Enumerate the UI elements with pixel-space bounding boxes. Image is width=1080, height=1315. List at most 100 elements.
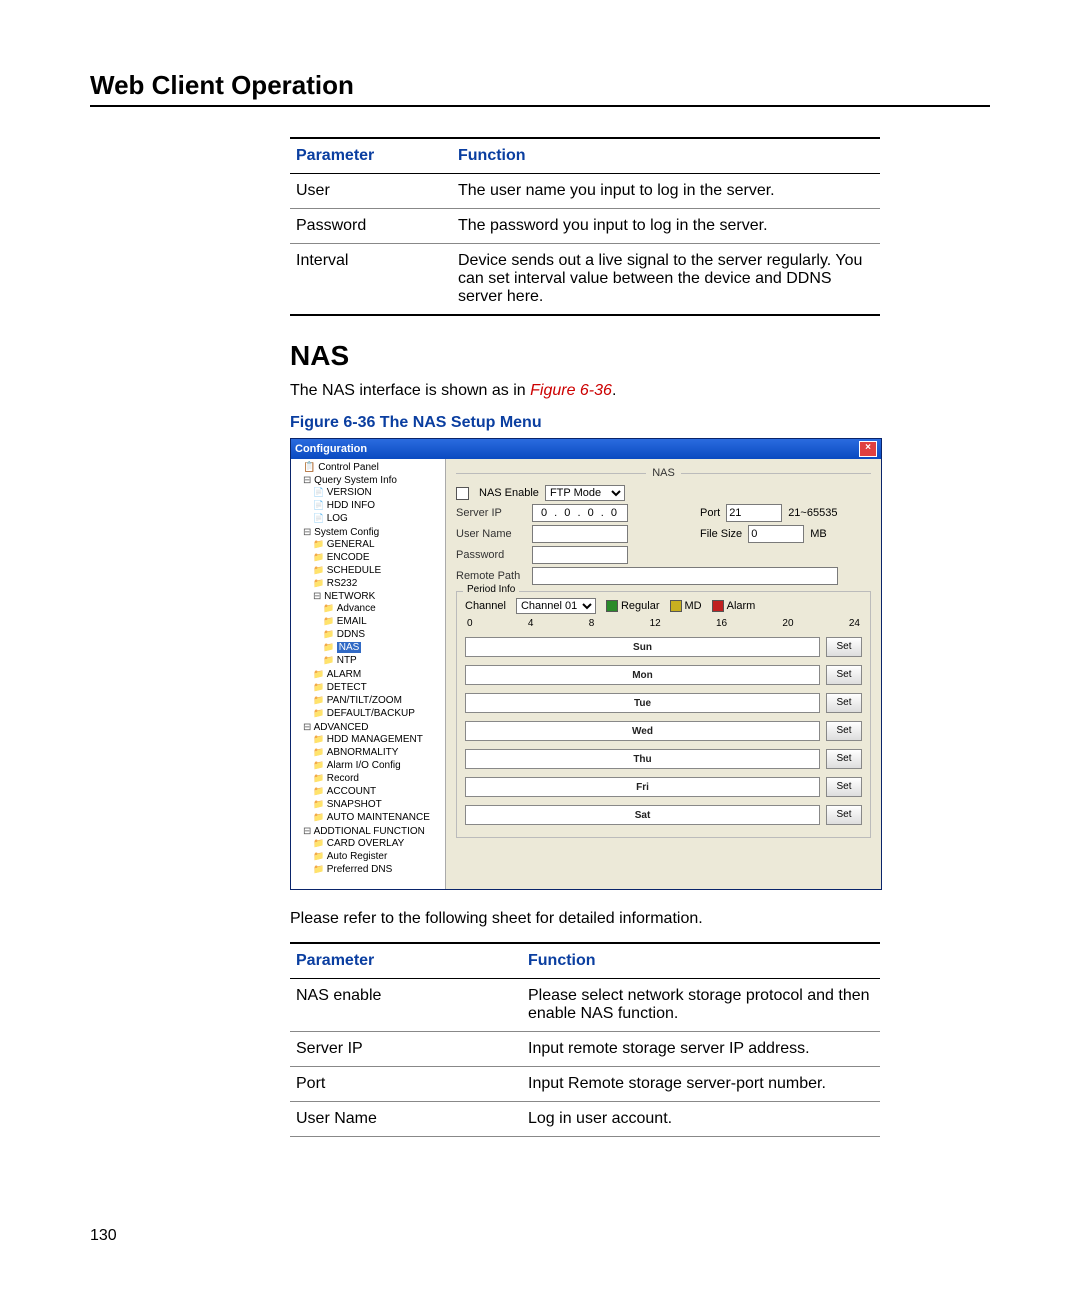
- panel-header: NAS: [652, 467, 675, 479]
- tree-abnormality[interactable]: ABNORMALITY: [313, 746, 443, 759]
- tree-general[interactable]: GENERAL: [313, 538, 443, 551]
- col-parameter: Parameter: [290, 943, 522, 979]
- timebar-thu[interactable]: Thu: [465, 749, 820, 769]
- tree-nas[interactable]: NAS: [323, 641, 443, 654]
- regular-checkbox[interactable]: [606, 600, 618, 612]
- remote-path-input[interactable]: [532, 567, 838, 585]
- timebar-sat[interactable]: Sat: [465, 805, 820, 825]
- timebar-mon[interactable]: Mon: [465, 665, 820, 685]
- password-input[interactable]: [532, 546, 628, 564]
- tree-panel[interactable]: Control Panel Query System Info VERSION …: [291, 459, 446, 889]
- parameter-table-2: Parameter Function NAS enablePlease sele…: [290, 942, 880, 1137]
- table-row: User NameLog in user account.: [290, 1102, 880, 1137]
- tree-query-system-info[interactable]: Query System Info VERSION HDD INFO LOG: [303, 474, 443, 526]
- tree-additional-function[interactable]: ADDTIONAL FUNCTION CARD OVERLAY Auto Reg…: [303, 825, 443, 877]
- tree-auto-register[interactable]: Auto Register: [313, 850, 443, 863]
- day-row-sat: Sat Set: [465, 805, 862, 825]
- timebar-fri[interactable]: Fri: [465, 777, 820, 797]
- tree-encode[interactable]: ENCODE: [313, 551, 443, 564]
- chapter-title: Web Client Operation: [90, 70, 990, 107]
- day-row-fri: Fri Set: [465, 777, 862, 797]
- server-ip-input[interactable]: [532, 504, 628, 522]
- tree-alarm-io[interactable]: Alarm I/O Config: [313, 759, 443, 772]
- channel-select[interactable]: Channel 01: [516, 598, 596, 614]
- port-input[interactable]: [726, 504, 782, 522]
- tree-email[interactable]: EMAIL: [323, 615, 443, 628]
- titlebar: Configuration ×: [291, 439, 881, 459]
- day-row-sun: Sun Set: [465, 637, 862, 657]
- close-icon[interactable]: ×: [859, 441, 877, 457]
- tree-record[interactable]: Record: [313, 772, 443, 785]
- tree-account[interactable]: ACCOUNT: [313, 785, 443, 798]
- day-row-thu: Thu Set: [465, 749, 862, 769]
- tree-log[interactable]: LOG: [313, 512, 443, 525]
- tree-network[interactable]: NETWORK Advance EMAIL DDNS NAS NTP: [313, 590, 443, 668]
- tree-ddns[interactable]: DDNS: [323, 628, 443, 641]
- tree-card-overlay[interactable]: CARD OVERLAY: [313, 837, 443, 850]
- set-button-sat[interactable]: Set: [826, 805, 862, 825]
- tree-detect[interactable]: DETECT: [313, 681, 443, 694]
- timebar-sun[interactable]: Sun: [465, 637, 820, 657]
- form-panel: NAS NAS Enable FTP Mode Server IP Port 2…: [446, 459, 881, 889]
- window-title: Configuration: [295, 443, 367, 455]
- day-row-tue: Tue Set: [465, 693, 862, 713]
- tree-hdd-mgmt[interactable]: HDD MANAGEMENT: [313, 733, 443, 746]
- time-ticks: 04812162024: [467, 618, 860, 629]
- day-row-wed: Wed Set: [465, 721, 862, 741]
- port-label: Port: [700, 507, 720, 519]
- table-row: NAS enablePlease select network storage …: [290, 979, 880, 1032]
- after-figure-text: Please refer to the following sheet for …: [290, 910, 990, 928]
- nas-enable-checkbox[interactable]: [456, 487, 469, 500]
- figure-reference: Figure 6-36: [530, 382, 612, 399]
- tree-control-panel[interactable]: Control Panel: [303, 461, 443, 474]
- tree-snapshot[interactable]: SNAPSHOT: [313, 798, 443, 811]
- set-button-sun[interactable]: Set: [826, 637, 862, 657]
- set-button-wed[interactable]: Set: [826, 721, 862, 741]
- tree-default-backup[interactable]: DEFAULT/BACKUP: [313, 707, 443, 720]
- set-button-thu[interactable]: Set: [826, 749, 862, 769]
- port-hint: 21~65535: [788, 507, 837, 519]
- tree-version[interactable]: VERSION: [313, 486, 443, 499]
- server-ip-label: Server IP: [456, 507, 526, 519]
- table-row: Server IPInput remote storage server IP …: [290, 1032, 880, 1067]
- nas-enable-label: NAS Enable: [479, 487, 539, 499]
- day-row-mon: Mon Set: [465, 665, 862, 685]
- tree-auto-maint[interactable]: AUTO MAINTENANCE: [313, 811, 443, 824]
- filesize-unit: MB: [810, 528, 827, 540]
- set-button-mon[interactable]: Set: [826, 665, 862, 685]
- channel-label: Channel: [465, 600, 506, 612]
- tree-schedule[interactable]: SCHEDULE: [313, 564, 443, 577]
- password-label: Password: [456, 549, 526, 561]
- timebar-wed[interactable]: Wed: [465, 721, 820, 741]
- timebar-tue[interactable]: Tue: [465, 693, 820, 713]
- col-parameter: Parameter: [290, 138, 452, 174]
- period-legend: Period Info: [463, 584, 519, 595]
- tree-ptz[interactable]: PAN/TILT/ZOOM: [313, 694, 443, 707]
- page-number: 130: [90, 1227, 990, 1245]
- mode-select[interactable]: FTP Mode: [545, 485, 625, 501]
- tree-advance[interactable]: Advance: [323, 602, 443, 615]
- table-row: Password The password you input to log i…: [290, 209, 880, 244]
- alarm-checkbox[interactable]: [712, 600, 724, 612]
- col-function: Function: [522, 943, 880, 979]
- remote-path-label: Remote Path: [456, 570, 526, 582]
- tree-advanced[interactable]: ADVANCED HDD MANAGEMENT ABNORMALITY Alar…: [303, 721, 443, 825]
- set-button-tue[interactable]: Set: [826, 693, 862, 713]
- tree-system-config[interactable]: System Config GENERAL ENCODE SCHEDULE RS…: [303, 526, 443, 721]
- user-name-input[interactable]: [532, 525, 628, 543]
- col-function: Function: [452, 138, 880, 174]
- md-checkbox[interactable]: [670, 600, 682, 612]
- tree-alarm[interactable]: ALARM: [313, 668, 443, 681]
- user-name-label: User Name: [456, 528, 526, 540]
- tree-ntp[interactable]: NTP: [323, 654, 443, 667]
- figure-caption: Figure 6-36 The NAS Setup Menu: [290, 414, 990, 432]
- period-info-group: Period Info Channel Channel 01 Regular M…: [456, 591, 871, 838]
- table-row: Interval Device sends out a live signal …: [290, 244, 880, 316]
- tree-rs232[interactable]: RS232: [313, 577, 443, 590]
- tree-preferred-dns[interactable]: Preferred DNS: [313, 863, 443, 876]
- tree-hdd-info[interactable]: HDD INFO: [313, 499, 443, 512]
- set-button-fri[interactable]: Set: [826, 777, 862, 797]
- intro-text: The NAS interface is shown as in Figure …: [290, 382, 990, 400]
- configuration-window: Configuration × Control Panel Query Syst…: [290, 438, 882, 890]
- filesize-input[interactable]: [748, 525, 804, 543]
